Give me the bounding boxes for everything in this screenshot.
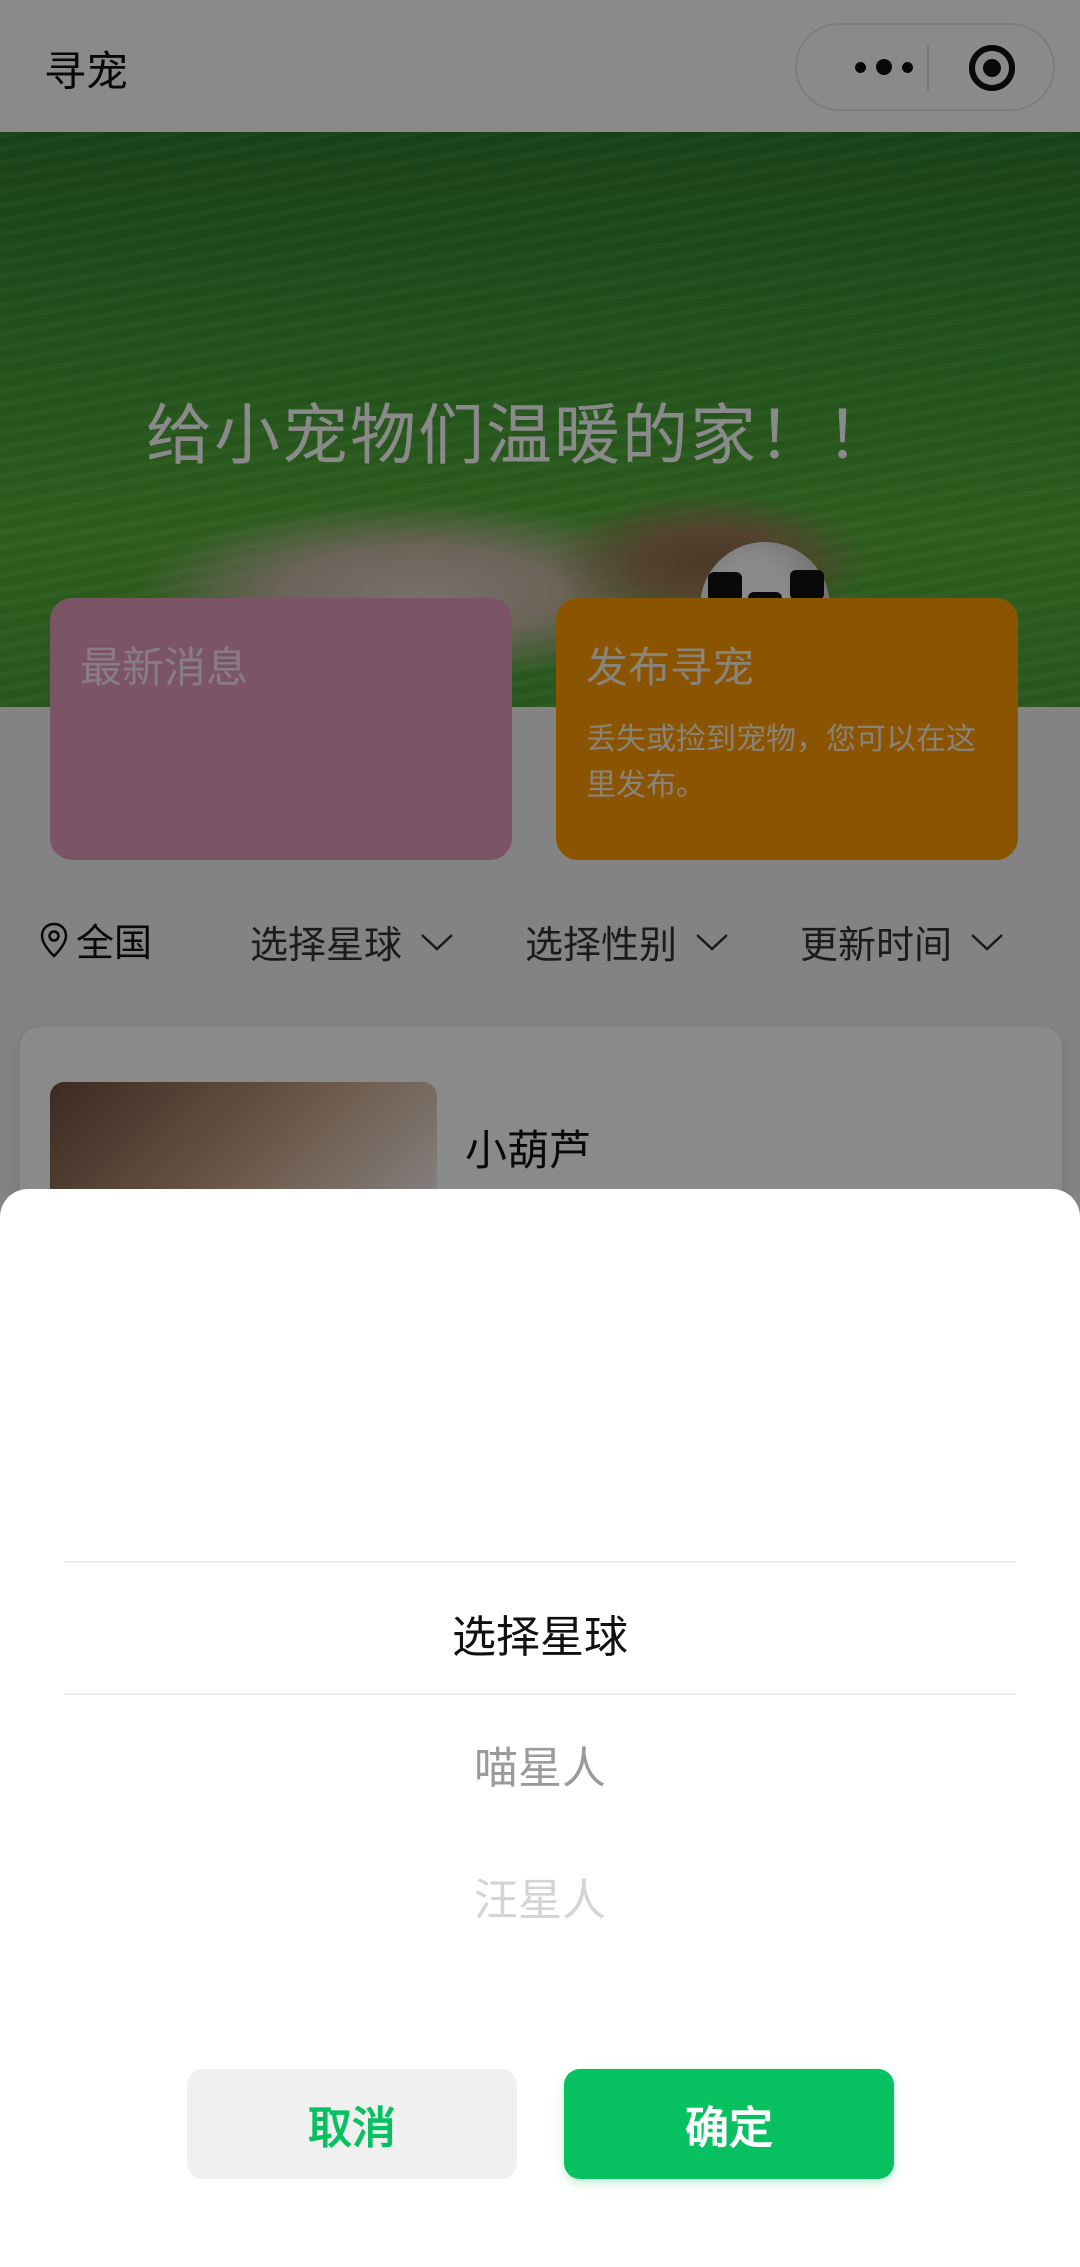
selection-line-bottom <box>64 1693 1016 1695</box>
picker-option[interactable]: 汪星人 <box>0 1864 1080 1928</box>
confirm-button[interactable]: 确定 <box>564 2069 894 2179</box>
picker-option[interactable]: 喵星人 <box>0 1732 1080 1796</box>
picker-sheet: 选择星球 喵星人 汪星人 取消 确定 <box>0 1189 1080 2267</box>
selection-line-top <box>64 1561 1016 1563</box>
picker-option-selected[interactable]: 选择星球 <box>0 1601 1080 1665</box>
cancel-button[interactable]: 取消 <box>187 2069 517 2179</box>
